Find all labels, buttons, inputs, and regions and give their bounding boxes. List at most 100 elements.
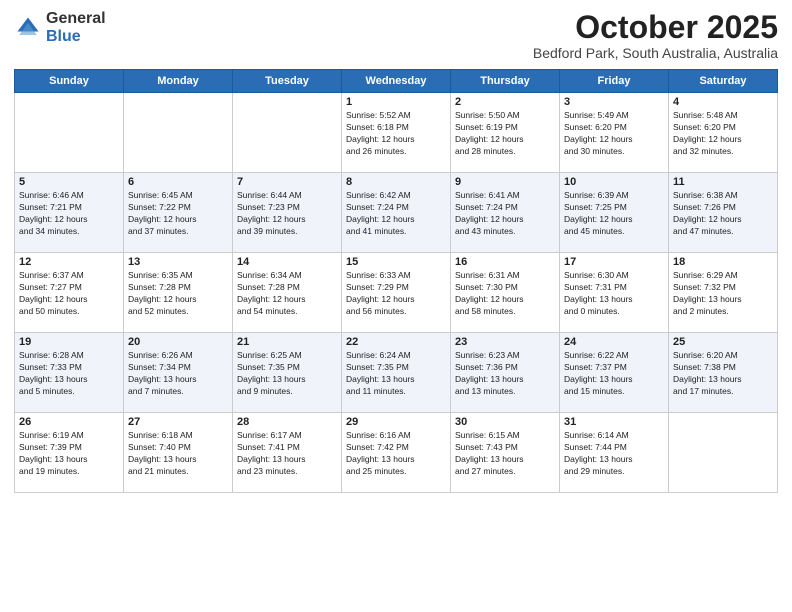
calendar-cell: 14 Sunrise: 6:34 AM Sunset: 7:28 PM Dayli… xyxy=(233,253,342,333)
week-row-1: 1 Sunrise: 5:52 AM Sunset: 6:18 PM Daylig… xyxy=(15,93,778,173)
col-header-monday: Monday xyxy=(124,70,233,93)
day-info: Sunrise: 6:34 AM Sunset: 7:28 PM Dayligh… xyxy=(237,270,337,318)
calendar-cell xyxy=(669,413,778,493)
calendar-cell xyxy=(15,93,124,173)
day-number: 7 xyxy=(237,176,337,188)
day-number: 26 xyxy=(19,416,119,428)
week-row-3: 12Sunrise: 6:37 AM Sunset: 7:27 PM Dayli… xyxy=(15,253,778,333)
calendar-cell: 15 Sunrise: 6:33 AM Sunset: 7:29 PM Dayli… xyxy=(342,253,451,333)
calendar-cell: 16 Sunrise: 6:31 AM Sunset: 7:30 PM Dayli… xyxy=(451,253,560,333)
day-info: Sunrise: 6:25 AM Sunset: 7:35 PM Dayligh… xyxy=(237,350,337,398)
day-number: 16 xyxy=(455,256,555,268)
calendar-cell: 12Sunrise: 6:37 AM Sunset: 7:27 PM Dayli… xyxy=(15,253,124,333)
calendar-cell: 7 Sunrise: 6:44 AM Sunset: 7:23 PM Daylig… xyxy=(233,173,342,253)
day-number: 2 xyxy=(455,96,555,108)
day-info: Sunrise: 6:44 AM Sunset: 7:23 PM Dayligh… xyxy=(237,190,337,238)
day-info: Sunrise: 6:14 AM Sunset: 7:44 PM Dayligh… xyxy=(564,430,664,478)
day-info: Sunrise: 6:19 AM Sunset: 7:39 PM Dayligh… xyxy=(19,430,119,478)
calendar-cell: 13Sunrise: 6:35 AM Sunset: 7:28 PM Dayli… xyxy=(124,253,233,333)
calendar-cell: 4Sunrise: 5:48 AM Sunset: 6:20 PM Daylig… xyxy=(669,93,778,173)
day-info: Sunrise: 6:33 AM Sunset: 7:29 PM Dayligh… xyxy=(346,270,446,318)
calendar-cell: 17 Sunrise: 6:30 AM Sunset: 7:31 PM Dayli… xyxy=(560,253,669,333)
header-row: SundayMondayTuesdayWednesdayThursdayFrid… xyxy=(15,70,778,93)
day-number: 28 xyxy=(237,416,337,428)
day-number: 4 xyxy=(673,96,773,108)
day-number: 1 xyxy=(346,96,446,108)
day-number: 21 xyxy=(237,336,337,348)
day-number: 6 xyxy=(128,176,228,188)
calendar-cell: 23Sunrise: 6:23 AM Sunset: 7:36 PM Dayli… xyxy=(451,333,560,413)
day-info: Sunrise: 6:41 AM Sunset: 7:24 PM Dayligh… xyxy=(455,190,555,238)
calendar-cell: 29Sunrise: 6:16 AM Sunset: 7:42 PM Dayli… xyxy=(342,413,451,493)
day-info: Sunrise: 6:31 AM Sunset: 7:30 PM Dayligh… xyxy=(455,270,555,318)
subtitle: Bedford Park, South Australia, Australia xyxy=(533,45,778,61)
calendar-cell: 25Sunrise: 6:20 AM Sunset: 7:38 PM Dayli… xyxy=(669,333,778,413)
day-info: Sunrise: 6:30 AM Sunset: 7:31 PM Dayligh… xyxy=(564,270,664,318)
day-info: Sunrise: 6:29 AM Sunset: 7:32 PM Dayligh… xyxy=(673,270,773,318)
calendar-cell: 28 Sunrise: 6:17 AM Sunset: 7:41 PM Dayli… xyxy=(233,413,342,493)
day-number: 11 xyxy=(673,176,773,188)
day-number: 25 xyxy=(673,336,773,348)
col-header-thursday: Thursday xyxy=(451,70,560,93)
day-info: Sunrise: 6:42 AM Sunset: 7:24 PM Dayligh… xyxy=(346,190,446,238)
day-number: 20 xyxy=(128,336,228,348)
day-info: Sunrise: 5:50 AM Sunset: 6:19 PM Dayligh… xyxy=(455,110,555,158)
day-info: Sunrise: 6:17 AM Sunset: 7:41 PM Dayligh… xyxy=(237,430,337,478)
calendar-cell: 9 Sunrise: 6:41 AM Sunset: 7:24 PM Daylig… xyxy=(451,173,560,253)
main-title: October 2025 xyxy=(533,10,778,45)
day-info: Sunrise: 6:39 AM Sunset: 7:25 PM Dayligh… xyxy=(564,190,664,238)
calendar-cell: 3 Sunrise: 5:49 AM Sunset: 6:20 PM Daylig… xyxy=(560,93,669,173)
day-info: Sunrise: 6:26 AM Sunset: 7:34 PM Dayligh… xyxy=(128,350,228,398)
day-number: 27 xyxy=(128,416,228,428)
day-number: 12 xyxy=(19,256,119,268)
header: General Blue October 2025 Bedford Park, … xyxy=(14,10,778,61)
day-info: Sunrise: 6:16 AM Sunset: 7:42 PM Dayligh… xyxy=(346,430,446,478)
day-number: 14 xyxy=(237,256,337,268)
day-info: Sunrise: 6:18 AM Sunset: 7:40 PM Dayligh… xyxy=(128,430,228,478)
col-header-sunday: Sunday xyxy=(15,70,124,93)
calendar-cell: 27 Sunrise: 6:18 AM Sunset: 7:40 PM Dayli… xyxy=(124,413,233,493)
day-number: 22 xyxy=(346,336,446,348)
day-info: Sunrise: 6:28 AM Sunset: 7:33 PM Dayligh… xyxy=(19,350,119,398)
page: General Blue October 2025 Bedford Park, … xyxy=(0,0,792,612)
calendar-cell: 26 Sunrise: 6:19 AM Sunset: 7:39 PM Dayli… xyxy=(15,413,124,493)
calendar-cell: 2 Sunrise: 5:50 AM Sunset: 6:19 PM Daylig… xyxy=(451,93,560,173)
logo-blue: Blue xyxy=(46,28,106,46)
day-info: Sunrise: 6:45 AM Sunset: 7:22 PM Dayligh… xyxy=(128,190,228,238)
day-number: 8 xyxy=(346,176,446,188)
day-number: 3 xyxy=(564,96,664,108)
col-header-wednesday: Wednesday xyxy=(342,70,451,93)
day-info: Sunrise: 5:49 AM Sunset: 6:20 PM Dayligh… xyxy=(564,110,664,158)
logo: General Blue xyxy=(14,10,106,45)
calendar-cell xyxy=(124,93,233,173)
logo-icon xyxy=(14,14,42,42)
day-number: 30 xyxy=(455,416,555,428)
calendar-cell: 8 Sunrise: 6:42 AM Sunset: 7:24 PM Daylig… xyxy=(342,173,451,253)
day-info: Sunrise: 6:22 AM Sunset: 7:37 PM Dayligh… xyxy=(564,350,664,398)
calendar-cell: 24Sunrise: 6:22 AM Sunset: 7:37 PM Dayli… xyxy=(560,333,669,413)
day-info: Sunrise: 6:38 AM Sunset: 7:26 PM Dayligh… xyxy=(673,190,773,238)
day-info: Sunrise: 6:35 AM Sunset: 7:28 PM Dayligh… xyxy=(128,270,228,318)
day-info: Sunrise: 6:23 AM Sunset: 7:36 PM Dayligh… xyxy=(455,350,555,398)
calendar-cell: 6 Sunrise: 6:45 AM Sunset: 7:22 PM Daylig… xyxy=(124,173,233,253)
day-number: 9 xyxy=(455,176,555,188)
calendar-cell: 21 Sunrise: 6:25 AM Sunset: 7:35 PM Dayli… xyxy=(233,333,342,413)
logo-general: General xyxy=(46,10,106,28)
calendar-cell: 22 Sunrise: 6:24 AM Sunset: 7:35 PM Dayli… xyxy=(342,333,451,413)
col-header-tuesday: Tuesday xyxy=(233,70,342,93)
day-info: Sunrise: 5:52 AM Sunset: 6:18 PM Dayligh… xyxy=(346,110,446,158)
day-info: Sunrise: 6:46 AM Sunset: 7:21 PM Dayligh… xyxy=(19,190,119,238)
calendar-table: SundayMondayTuesdayWednesdayThursdayFrid… xyxy=(14,69,778,493)
day-info: Sunrise: 6:24 AM Sunset: 7:35 PM Dayligh… xyxy=(346,350,446,398)
week-row-4: 19Sunrise: 6:28 AM Sunset: 7:33 PM Dayli… xyxy=(15,333,778,413)
day-number: 10 xyxy=(564,176,664,188)
day-number: 17 xyxy=(564,256,664,268)
calendar-cell: 20 Sunrise: 6:26 AM Sunset: 7:34 PM Dayli… xyxy=(124,333,233,413)
col-header-saturday: Saturday xyxy=(669,70,778,93)
title-block: October 2025 Bedford Park, South Austral… xyxy=(533,10,778,61)
day-number: 15 xyxy=(346,256,446,268)
week-row-2: 5Sunrise: 6:46 AM Sunset: 7:21 PM Daylig… xyxy=(15,173,778,253)
calendar-cell: 5Sunrise: 6:46 AM Sunset: 7:21 PM Daylig… xyxy=(15,173,124,253)
day-number: 18 xyxy=(673,256,773,268)
calendar-cell: 18 Sunrise: 6:29 AM Sunset: 7:32 PM Dayli… xyxy=(669,253,778,333)
